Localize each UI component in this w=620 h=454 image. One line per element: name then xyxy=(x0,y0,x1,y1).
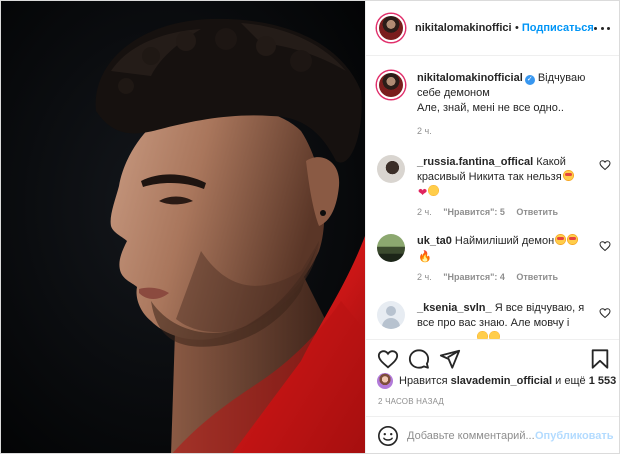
post-timestamp[interactable]: 2 ЧАСОВ НАЗАД xyxy=(378,397,444,406)
comment-likes-count[interactable]: "Нравится": 5 xyxy=(443,207,505,217)
comment-line-2: красивый Никита так нельзя xyxy=(417,171,562,183)
likes-summary[interactable]: Нравится slavademin_official и ещё 1 553 xyxy=(377,373,616,389)
publish-button[interactable]: Опубликовать xyxy=(535,430,614,442)
laughing-emoji xyxy=(477,331,488,339)
commenter-avatar[interactable] xyxy=(377,155,405,183)
comments-list[interactable]: nikitalomakinofficial ✓ Відчуваю себе дем… xyxy=(366,57,619,339)
liker-avatar xyxy=(377,373,393,389)
caption-text: nikitalomakinofficial ✓ Відчуваю себе дем… xyxy=(417,71,589,116)
post-header: nikitalomakinofficial • Подписаться xyxy=(366,1,619,56)
star-eyes-emoji xyxy=(555,234,567,245)
more-options-icon[interactable] xyxy=(594,20,610,36)
comment-icon[interactable] xyxy=(408,348,430,370)
star-eyes-emoji xyxy=(567,234,579,245)
post-photo[interactable] xyxy=(1,1,365,453)
red-heart-emoji: ❤ xyxy=(418,187,428,199)
comment-line-1: Я все відчуваю, я xyxy=(494,302,585,314)
post-sidebar: nikitalomakinofficial • Подписаться niki… xyxy=(365,1,619,453)
comment-username[interactable]: _ksenia_svln_ xyxy=(417,302,492,314)
laughing-emoji xyxy=(489,331,500,339)
comment-username[interactable]: _russia.fantina_offical xyxy=(417,156,533,168)
star-eyes-emoji xyxy=(562,170,574,181)
caption-line-3: Але, знай, мені не все одно.. xyxy=(417,102,564,114)
likes-prefix: Нравится xyxy=(399,375,448,387)
portrait-image xyxy=(1,1,365,453)
likes-count[interactable]: 1 553 xyxy=(589,375,617,387)
comment-meta: 2 ч. "Нравится": 4 Ответить xyxy=(417,272,567,282)
comment-body: Наймиліший демон xyxy=(454,235,555,247)
reply-button[interactable]: Ответить xyxy=(516,272,558,282)
comment-text: _ksenia_svln_ Я все відчуваю, я все про … xyxy=(417,301,589,339)
bookmark-icon[interactable] xyxy=(589,348,611,370)
heart-icon[interactable] xyxy=(377,348,399,370)
separator-dot: • xyxy=(515,22,519,34)
commenter-avatar[interactable] xyxy=(377,234,405,262)
comment-line-2: все про вас знаю. Але мовчу і xyxy=(417,317,570,329)
comment-like-heart-icon[interactable] xyxy=(599,240,611,252)
share-icon[interactable] xyxy=(439,348,461,370)
instagram-post-modal: nikitalomakinofficial • Подписаться niki… xyxy=(0,0,620,454)
caption-line-2: себе демоном xyxy=(417,87,490,99)
comment-input[interactable] xyxy=(407,430,535,442)
caption-line-1: Відчуваю xyxy=(537,72,586,84)
comment-username[interactable]: uk_ta0 xyxy=(417,235,452,247)
liker-username[interactable]: slavademin_official xyxy=(451,375,553,387)
comment-text: _russia.fantina_offical Какой красивый Н… xyxy=(417,155,589,201)
comment-likes-count[interactable]: "Нравится": 4 xyxy=(443,272,505,282)
follow-button[interactable]: Подписаться xyxy=(522,22,594,34)
add-comment-bar: Опубликовать xyxy=(366,416,619,453)
laughing-emoji xyxy=(428,185,440,196)
comment-time[interactable]: 2 ч. xyxy=(417,272,432,282)
caption-username[interactable]: nikitalomakinofficial xyxy=(417,72,523,84)
author-avatar[interactable] xyxy=(377,71,405,99)
reply-button[interactable]: Ответить xyxy=(516,207,558,217)
author-avatar[interactable] xyxy=(377,14,405,42)
fire-emoji: 🔥 xyxy=(418,251,432,263)
commenter-avatar[interactable] xyxy=(377,301,405,329)
verified-badge-icon: ✓ xyxy=(524,75,535,85)
smile-icon[interactable] xyxy=(377,425,399,447)
comment-time[interactable]: 2 ч. xyxy=(417,207,432,217)
caption-time[interactable]: 2 ч. xyxy=(417,126,432,136)
caption-meta: 2 ч. xyxy=(417,126,441,136)
comment-meta: 2 ч. "Нравится": 5 Ответить xyxy=(417,207,567,217)
comment-line-1: Какой xyxy=(536,156,566,168)
author-username[interactable]: nikitalomakinofficial xyxy=(415,22,512,34)
comment-like-heart-icon[interactable] xyxy=(599,307,611,319)
likes-middle: и ещё xyxy=(555,375,586,387)
comment-like-heart-icon[interactable] xyxy=(599,159,611,171)
comment-text: uk_ta0 Наймиліший демон 🔥 xyxy=(417,234,589,265)
